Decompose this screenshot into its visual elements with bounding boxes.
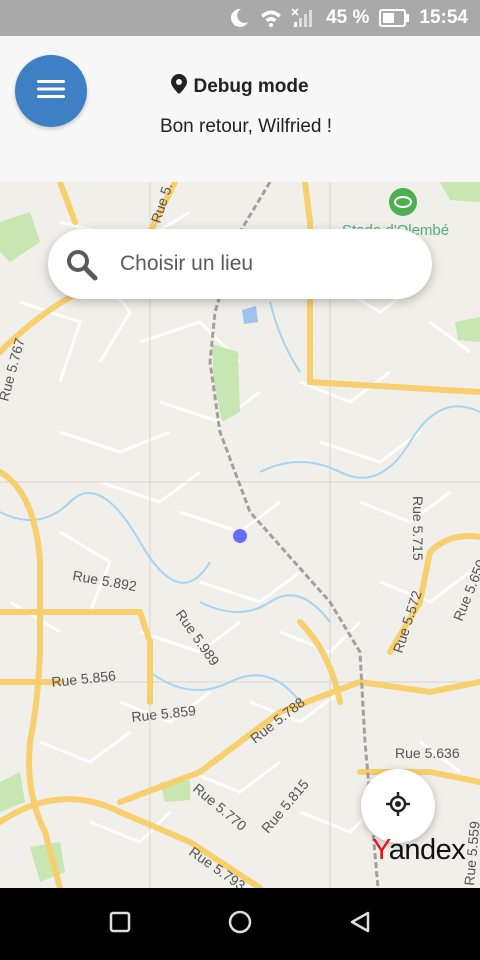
header: Debug mode Bon retour, Wilfried !: [0, 36, 480, 182]
do-not-disturb-icon: [228, 7, 250, 29]
road-label: Rue 5.859: [131, 702, 197, 725]
road-label: Rue 5.715: [410, 496, 426, 561]
road-label: Rue 5.815: [258, 776, 312, 836]
navigation-bar: [0, 888, 480, 960]
road-label: Rue 5.650: [450, 557, 480, 623]
debug-mode-label: Debug mode: [193, 76, 309, 97]
circle-icon: [228, 910, 252, 939]
status-bar: 45 % 15:54: [0, 0, 480, 36]
clock: 15:54: [419, 7, 468, 28]
search-bar[interactable]: Choisir un lieu: [48, 229, 432, 299]
recents-button[interactable]: [100, 904, 140, 944]
home-button[interactable]: [220, 904, 260, 944]
battery-icon: [379, 9, 410, 27]
road-label: Rue 5.572: [390, 588, 425, 655]
road-label: Rue 5.793: [186, 843, 248, 888]
signal-icon: [292, 8, 316, 28]
road-label: Rue 5.770: [190, 780, 250, 834]
road-label: Rue 5.989: [173, 607, 223, 669]
battery-percent: 45 %: [326, 7, 370, 28]
debug-mode-indicator: Debug mode: [0, 74, 480, 100]
search-icon: [66, 249, 98, 286]
search-placeholder: Choisir un lieu: [120, 252, 254, 275]
yandex-logo: Yandex: [372, 834, 466, 866]
road-label: Rue 5.636: [395, 745, 460, 761]
stadium-pin-icon: [389, 188, 417, 216]
map-view[interactable]: Stade d'Olembé Rue 5.767 Rue 5.767 Rue 5…: [0, 182, 480, 888]
square-icon: [109, 911, 131, 938]
wifi-icon: [260, 8, 282, 28]
current-location-dot: [233, 529, 247, 543]
my-location-button[interactable]: [361, 769, 435, 843]
back-button[interactable]: [340, 904, 380, 944]
back-triangle-icon: [349, 911, 371, 938]
greeting-text: Bon retour, Wilfried !: [159, 116, 333, 137]
crosshair-icon: [385, 791, 411, 822]
location-pin-icon: [171, 74, 188, 100]
road-label: Rue 5.856: [51, 667, 117, 690]
